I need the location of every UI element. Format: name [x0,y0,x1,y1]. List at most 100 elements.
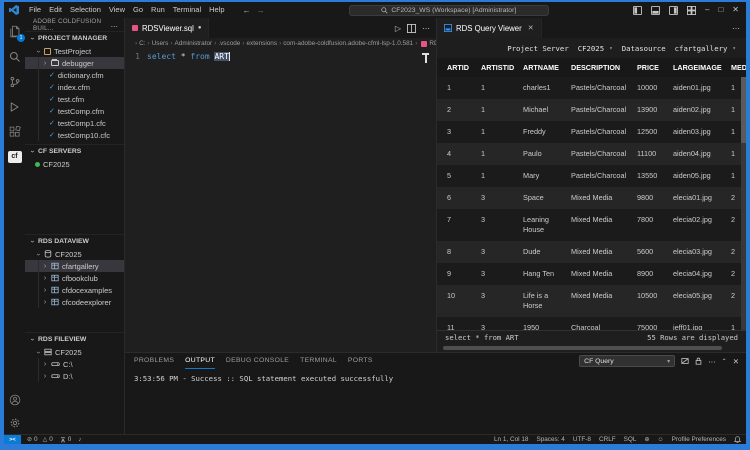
table-row[interactable]: 7 3 Leaning House Mixed Media 7800 elecia02.j… [437,209,746,241]
tree-item-datasource[interactable]: › cfdocexamples [25,284,124,296]
errors-warnings[interactable]: ⊘ 0 △ 0 [27,436,53,443]
datasource-select[interactable]: cfartgallery ▾ [675,44,736,53]
tree-item-drive[interactable]: › D:\ [25,370,124,382]
panel-tab[interactable]: DEBUG CONSOLE [226,353,289,369]
panel-tab[interactable]: PROBLEMS [134,353,174,369]
column-header[interactable]: MEDIAID [731,58,746,77]
feedback-icon[interactable]: ☺ [658,437,664,443]
split-editor-icon[interactable] [407,23,416,33]
breadcrumb-item[interactable]: › extensions [240,40,277,47]
breadcrumb-file[interactable]: ›RDSViewer.sql [413,40,436,47]
section-header-rds-dataview[interactable]: › RDS DATAVIEW [25,235,124,248]
tree-item-file[interactable]: ✓ test.cfm [25,93,124,105]
menu-item[interactable]: File [25,5,45,14]
menu-item[interactable]: View [105,5,129,14]
column-header[interactable]: ARTISTID [481,58,523,77]
language-status-icon[interactable]: ⊕ [644,437,649,443]
table-row[interactable]: 4 1 Paulo Pastels/Charcoal 11100 aiden04.jpg 1 [437,143,746,165]
toggle-panel-icon[interactable] [650,5,660,15]
command-center-search[interactable]: CF2023_WS (Workspace) [Administrator] [348,4,549,16]
notifications-bell-icon[interactable] [734,436,741,443]
extensions-icon[interactable] [7,124,22,139]
table-row[interactable]: 5 1 Mary Pastels/Charcoal 13550 aiden05.jpg 1 [437,165,746,187]
account-icon[interactable] [7,392,22,407]
qv-more-icon[interactable]: ⋯ [732,24,740,33]
menu-item[interactable]: Edit [45,5,66,14]
run-file-icon[interactable]: ▷ [395,24,401,33]
status-item[interactable]: CRLF [599,436,616,443]
run-debug-icon[interactable] [7,99,22,114]
customize-layout-icon[interactable] [686,5,696,15]
search-view-icon[interactable] [7,49,22,64]
breadcrumb-item[interactable]: › Administrator [168,40,212,47]
menu-item[interactable]: Run [147,5,169,14]
nav-forward-icon[interactable]: → [257,6,265,15]
section-header-project-manager[interactable]: › PROJECT MANAGER [25,32,124,45]
minimize-button[interactable]: – [705,2,709,18]
breadcrumb-item[interactable]: › .vscode [212,40,240,47]
project-server-select[interactable]: CF2025 ▾ [578,44,613,53]
tree-item-file[interactable]: ✓ dictionary.cfm [25,69,124,81]
section-header-rds-fileview[interactable]: › RDS FILEVIEW [25,333,124,346]
tree-item-file[interactable]: ✓ testComp1.cfc [25,117,124,129]
column-header[interactable]: DESCRIPTION [571,58,637,77]
table-row[interactable]: 9 3 Hang Ten Mixed Media 8900 elecia04.jpg 2 [437,263,746,285]
music-note-icon[interactable]: ♪ [78,437,81,443]
toggle-secondary-sidebar-icon[interactable] [668,5,678,15]
close-panel-icon[interactable]: ✕ [733,357,739,366]
menu-item[interactable]: Help [205,5,228,14]
table-row[interactable]: 8 3 Dude Mixed Media 5600 elecia03.jpg 2 [437,241,746,263]
output-channel-select[interactable]: CF Query ▾ [579,355,676,367]
tab-rds-query-viewer[interactable]: RDS Query Viewer ✕ [437,18,542,38]
sidebar-more-icon[interactable]: ... [111,20,118,29]
panel-tab[interactable]: OUTPUT [185,353,215,369]
editor-more-icon[interactable]: ⋯ [422,24,430,33]
status-item[interactable]: Ln 1, Col 18 [494,436,528,443]
remote-indicator[interactable]: >< [4,434,21,444]
section-header-cf-servers[interactable]: › CF SERVERS [25,145,124,158]
tree-item-datasource[interactable]: › cfcodeexplorer [25,296,124,308]
restore-button[interactable]: □ [718,2,723,18]
tree-item-fileview-server[interactable]: › CF2025 [25,346,124,358]
tree-item-datasource[interactable]: › cfbookclub [25,272,124,284]
table-row[interactable]: 3 1 Freddy Pastels/Charcoal 12500 aiden03.jpg… [437,121,746,143]
table-row[interactable]: 10 3 Life is a Horse Mixed Media 10500 elecia… [437,285,746,317]
vertical-scrollbar[interactable] [741,77,746,330]
breadcrumb-item[interactable]: › Users [146,40,169,47]
maximize-panel-icon[interactable]: ⌃ [722,358,727,365]
panel-tab[interactable]: TERMINAL [300,353,337,369]
column-header[interactable]: ARTNAME [523,58,571,77]
menu-item[interactable]: Selection [66,5,105,14]
table-row[interactable]: 2 1 Michael Pastels/Charcoal 13900 aiden02.jp… [437,99,746,121]
tree-item-drive[interactable]: › C:\ [25,358,124,370]
panel-tab[interactable]: PORTS [348,353,373,369]
tree-item-dataview-server[interactable]: › CF2025 [25,248,124,260]
tree-item-file[interactable]: ✓ index.cfm [25,81,124,93]
status-item[interactable]: UTF-8 [573,436,591,443]
tree-item-cf-server[interactable]: CF2025 [25,158,124,170]
tree-item-folder-debugger[interactable]: › debugger [25,57,124,69]
tab-rdsviewer-sql[interactable]: RDSViewer.sql ● [125,18,210,38]
settings-gear-icon[interactable] [7,415,22,430]
modified-dot-icon[interactable]: ● [198,25,202,31]
tree-item-datasource[interactable]: › cfartgallery [25,260,124,272]
output-log[interactable]: 3:53:56 PM - Success :: SQL statement ex… [125,369,746,434]
breadcrumb-item[interactable]: › C: [133,40,146,47]
code-editor[interactable]: 1 select * from ART [125,49,436,352]
close-button[interactable]: ✕ [732,2,739,18]
source-control-icon[interactable] [7,74,22,89]
table-row[interactable]: 6 3 Space Mixed Media 9800 elecia01.jpg 2 [437,187,746,209]
explorer-icon[interactable]: 1 [7,24,25,42]
horizontal-scrollbar[interactable] [437,344,746,352]
menu-item[interactable]: Terminal [169,5,205,14]
nav-back-icon[interactable]: ← [243,6,251,15]
menu-item[interactable]: Go [129,5,147,14]
close-tab-icon[interactable]: ✕ [528,24,534,32]
column-header[interactable]: PRICE [637,58,673,77]
profile-preferences[interactable]: Profile Preferences [672,436,726,443]
coldfusion-view-icon[interactable]: cf [7,149,22,164]
status-item[interactable]: Spaces: 4 [536,436,564,443]
breadcrumb-item[interactable]: › com-adobe-coldfusion.adobe-cfml-lsp-1.0… [277,40,413,47]
clear-output-icon[interactable] [681,357,689,365]
lock-scroll-icon[interactable] [695,357,702,365]
